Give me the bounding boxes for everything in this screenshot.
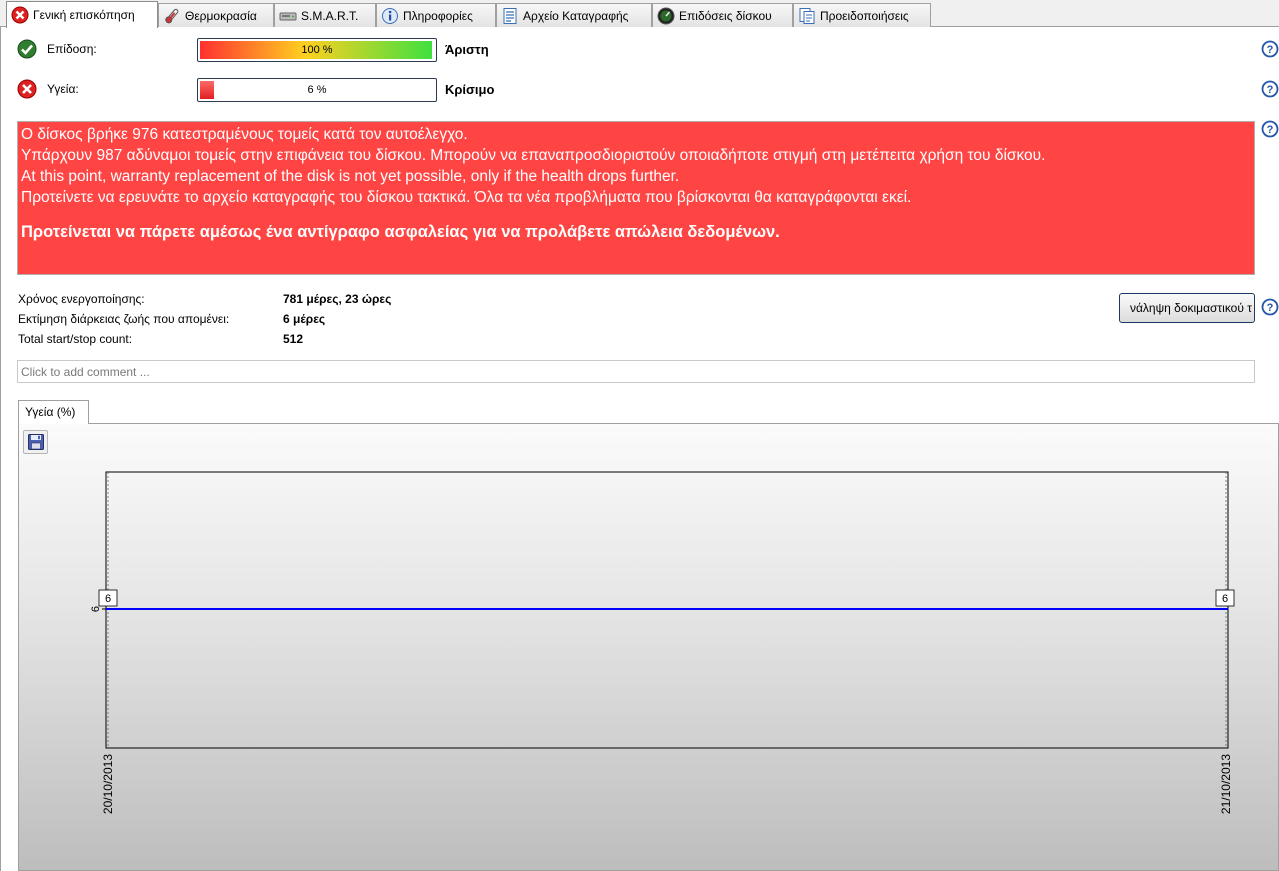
tab-log[interactable]: Αρχείο Καταγραφής: [496, 3, 652, 27]
help-icon[interactable]: ?: [1261, 40, 1279, 58]
chart-panel: 6 6 6 20/10/2013 21/10/2013: [18, 423, 1279, 871]
error-circle-icon: [11, 6, 29, 24]
tab-label: Γενική επισκόπηση: [33, 8, 135, 22]
tab-label: Προειδοποιήσεις: [820, 8, 909, 23]
data-label: 6: [105, 593, 111, 605]
chart-tab-label: Υγεία (%): [25, 405, 76, 419]
tab-disk-performance[interactable]: Επιδόσεις δίσκου: [652, 3, 793, 27]
x-tick-label: 21/10/2013: [1219, 754, 1233, 814]
power-on-time-label: Χρόνος ενεργοποίησης:: [18, 292, 145, 306]
comment-placeholder: Click to add comment ...: [21, 365, 150, 379]
svg-text:?: ?: [1267, 302, 1274, 314]
run-test-button-label: νάληψη δοκιμαστικού τ: [1129, 301, 1252, 315]
help-icon[interactable]: ?: [1261, 120, 1279, 138]
tab-health-chart[interactable]: Υγεία (%): [18, 400, 89, 424]
performance-label: Επίδοση:: [47, 42, 97, 56]
help-icon[interactable]: ?: [1261, 298, 1279, 316]
health-alert-box: Ο δίσκος βρήκε 976 κατεστραμένους τομείς…: [17, 121, 1255, 275]
error-circle-icon: [17, 79, 37, 99]
alert-line: Προτείνετε να ερευνάτε το αρχείο καταγρα…: [21, 189, 912, 206]
start-stop-count-label: Total start/stop count:: [18, 332, 133, 346]
alert-line: Υπάρχουν 987 αδύναμοι τομείς στην επιφάν…: [21, 147, 1046, 164]
power-on-time-value: 781 μέρες, 23 ώρες: [283, 292, 392, 306]
svg-text:?: ?: [1267, 84, 1274, 96]
tab-label: Αρχείο Καταγραφής: [523, 8, 629, 23]
health-label: Υγεία:: [47, 82, 79, 96]
svg-text:?: ?: [1267, 124, 1274, 136]
health-rating: Κρίσιμο: [445, 82, 495, 97]
warning-document-icon: [799, 7, 815, 24]
start-stop-count-value: 512: [283, 332, 304, 346]
tab-temperature[interactable]: Θερμοκρασία: [158, 3, 274, 27]
y-tick-label: 6: [90, 606, 102, 612]
tab-label: Επιδόσεις δίσκου: [679, 8, 772, 23]
health-value: 6 %: [307, 84, 327, 96]
alert-line: Ο δίσκος βρήκε 976 κατεστραμένους τομείς…: [21, 126, 468, 143]
tab-smart[interactable]: S.M.A.R.T.: [274, 3, 376, 27]
disk-drive-icon: [279, 12, 297, 20]
svg-text:?: ?: [1267, 44, 1274, 56]
tab-strip: Γενική επισκόπηση Θερμοκρασία S.M.A.R.T.…: [0, 0, 1279, 28]
alert-line: At this point, warranty replacement of t…: [21, 168, 680, 185]
data-label: 6: [1222, 593, 1228, 605]
tab-overview[interactable]: Γενική επισκόπηση: [6, 1, 158, 28]
tab-warnings[interactable]: Προειδοποιήσεις: [793, 3, 931, 27]
alert-recommendation: Προτείνεται να πάρετε αμέσως ένα αντίγρα…: [21, 223, 780, 241]
comment-field[interactable]: Click to add comment ...: [17, 360, 1255, 383]
tab-label: Πληροφορίες: [403, 8, 473, 23]
x-tick-label: 20/10/2013: [101, 754, 115, 814]
tab-label: Θερμοκρασία: [185, 8, 257, 23]
thermometer-icon: [165, 8, 179, 23]
gauge-icon: [657, 7, 675, 24]
info-icon: [382, 7, 398, 24]
health-bar: 6 %: [197, 78, 437, 102]
tab-label: S.M.A.R.T.: [301, 8, 359, 23]
performance-value: 100 %: [301, 44, 333, 56]
help-icon[interactable]: ?: [1261, 80, 1279, 98]
estimated-lifetime-value: 6 μέρες: [283, 312, 326, 326]
performance-rating: Άριστη: [445, 42, 489, 57]
check-circle-icon: [17, 39, 37, 59]
run-test-button[interactable]: νάληψη δοκιμαστικού τ: [1119, 293, 1255, 323]
performance-bar: 100 %: [197, 38, 437, 62]
estimated-lifetime-label: Εκτίμηση διάρκειας ζωής που απομένει:: [18, 312, 230, 326]
tab-info[interactable]: Πληροφορίες: [376, 3, 496, 27]
log-document-icon: [503, 7, 517, 24]
health-line-chart: 66 620/10/2013 21/10/2013: [90, 471, 1235, 814]
